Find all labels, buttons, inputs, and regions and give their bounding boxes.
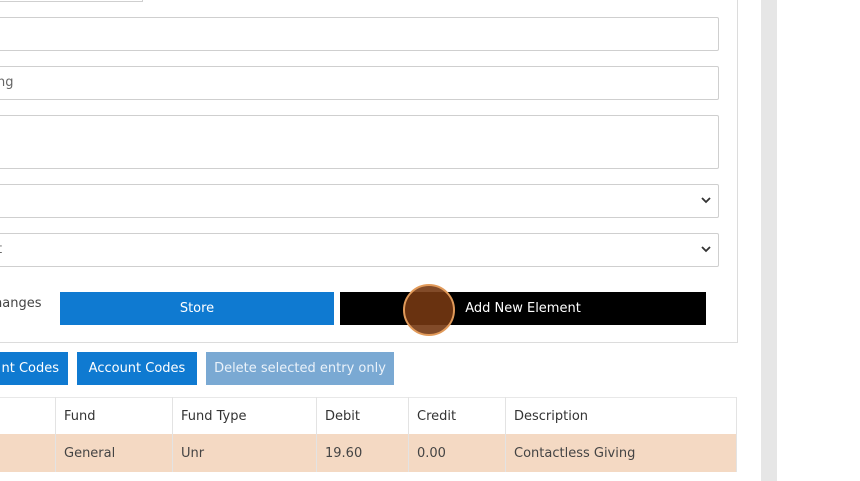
delete-entry-button[interactable]: Delete selected entry only bbox=[206, 352, 394, 385]
text-field-1[interactable] bbox=[0, 17, 719, 51]
account-codes-left-button[interactable]: nt Codes bbox=[0, 352, 68, 385]
column-header-credit[interactable]: Credit bbox=[408, 397, 506, 434]
column-header-debit[interactable]: Debit bbox=[316, 397, 409, 434]
account-codes-left-label: nt Codes bbox=[1, 361, 59, 376]
chevron-down-icon bbox=[701, 246, 711, 253]
add-new-element-button[interactable]: Add New Element bbox=[340, 292, 706, 325]
text-field-2[interactable]: ng bbox=[0, 66, 719, 100]
table-cell bbox=[0, 434, 56, 472]
account-codes-button[interactable]: Account Codes bbox=[77, 352, 197, 385]
select-field-2[interactable]: t bbox=[0, 233, 719, 267]
table-row[interactable]: General Unr 19.60 0.00 Contactless Givin… bbox=[0, 434, 737, 472]
table-cell-debit: 19.60 bbox=[316, 434, 409, 472]
entries-table: Fund Fund Type Debit Credit Description … bbox=[0, 397, 737, 472]
text-field-2-value: ng bbox=[0, 75, 14, 90]
vertical-scrollbar[interactable] bbox=[761, 0, 777, 481]
store-button[interactable]: Store bbox=[60, 292, 334, 325]
account-codes-label: Account Codes bbox=[88, 361, 186, 376]
add-new-element-label: Add New Element bbox=[465, 301, 581, 316]
delete-entry-label: Delete selected entry only bbox=[214, 361, 386, 376]
table-cell-credit: 0.00 bbox=[408, 434, 506, 472]
textarea-field[interactable] bbox=[0, 115, 719, 169]
column-header-fund-type[interactable]: Fund Type bbox=[172, 397, 317, 434]
table-cell-fund-type: Unr bbox=[172, 434, 317, 472]
table-cell-fund: General bbox=[55, 434, 173, 472]
table-cell-description: Contactless Giving bbox=[505, 434, 737, 472]
table-header-row: Fund Fund Type Debit Credit Description bbox=[0, 397, 737, 434]
top-input-field[interactable] bbox=[0, 0, 143, 2]
column-header-description[interactable]: Description bbox=[505, 397, 737, 434]
column-header[interactable] bbox=[0, 397, 56, 434]
store-button-label: Store bbox=[179, 301, 215, 316]
select-field-2-value: t bbox=[0, 242, 2, 257]
click-indicator bbox=[403, 284, 455, 336]
column-header-fund[interactable]: Fund bbox=[55, 397, 173, 434]
select-field-1[interactable] bbox=[0, 184, 719, 218]
chevron-down-icon bbox=[701, 197, 711, 204]
changes-label: hanges bbox=[0, 296, 42, 311]
